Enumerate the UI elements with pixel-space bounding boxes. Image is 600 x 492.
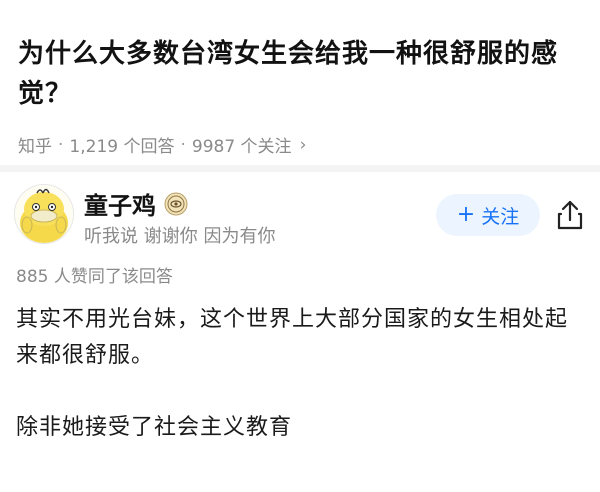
meta-separator: ·	[58, 134, 64, 155]
yellow-duck-avatar-icon	[15, 185, 73, 243]
plus-icon: +	[456, 202, 476, 227]
author-bio: 听我说 谢谢你 因为有你	[84, 226, 276, 247]
author-name[interactable]: 童子鸡	[84, 186, 156, 221]
zhihu-answer-page: 为什么大多数台湾女生会给我一种很舒服的感觉？ 知乎 · 1,219 个回答 · …	[0, 0, 600, 492]
followers-count: 9987 个关注	[191, 137, 292, 157]
answer-paragraph: 除非她接受了社会主义教育	[16, 415, 293, 440]
share-icon	[557, 200, 583, 230]
share-button[interactable]	[554, 198, 586, 232]
answer-content[interactable]: 其实不用光台妹，这个世界上大部分国家的女生相处起来都很舒服。 除非她接受了社会主…	[16, 302, 584, 446]
question-header: 为什么大多数台湾女生会给我一种很舒服的感觉？ 知乎 · 1,219 个回答 · …	[18, 34, 578, 157]
answer-paragraph: 其实不用光台妹，这个世界上大部分国家的女生相处起来都很舒服。	[16, 307, 569, 368]
question-title[interactable]: 为什么大多数台湾女生会给我一种很舒服的感觉？	[18, 34, 578, 114]
section-divider	[0, 165, 600, 172]
follow-button[interactable]: + 关注	[436, 194, 540, 236]
source-label: 知乎	[18, 137, 52, 157]
author-row: 童子鸡 听我说 谢谢你 因为有你 + 关注	[14, 184, 586, 254]
author-name-row[interactable]: 童子鸡	[84, 186, 188, 221]
answers-count: 1,219 个回答	[69, 137, 175, 157]
eye-badge-icon	[164, 192, 188, 215]
meta-separator: ·	[180, 134, 186, 155]
vote-count: 885 人赞同了该回答	[16, 267, 173, 287]
question-meta[interactable]: 知乎 · 1,219 个回答 · 9987 个关注 ›	[18, 132, 578, 158]
follow-label: 关注	[481, 205, 520, 228]
avatar[interactable]	[14, 184, 74, 244]
chevron-right-icon[interactable]: ›	[300, 135, 307, 155]
